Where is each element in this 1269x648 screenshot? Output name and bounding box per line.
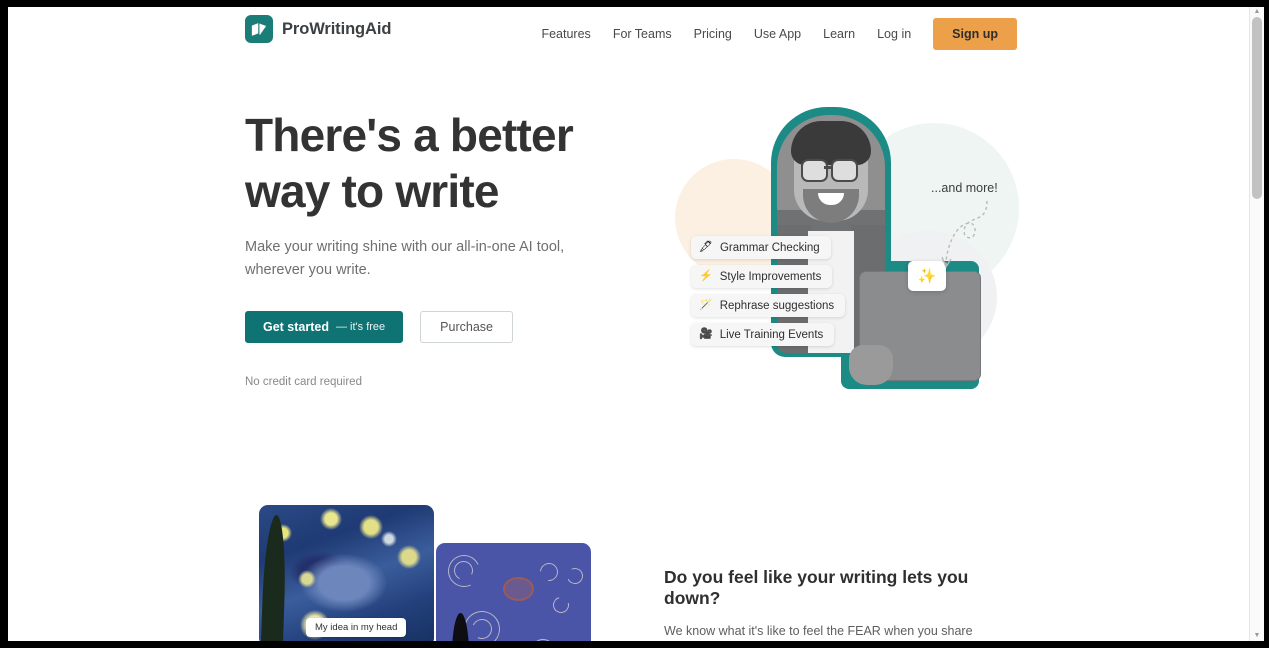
section-two-illustration: My idea in my head <box>254 505 599 641</box>
purchase-button[interactable]: Purchase <box>420 311 513 343</box>
hero-title: There's a better way to write <box>245 109 574 217</box>
main-navigation: Features For Teams Pricing Use App Learn… <box>530 18 1017 50</box>
nav-item-features[interactable]: Features <box>530 21 601 47</box>
scrollbar-thumb[interactable] <box>1252 17 1262 199</box>
section-two-copy: Do you feel like your writing lets you d… <box>664 567 1016 641</box>
hero-illustration: ✨ ...and more! 🖋 Grammar Checking ⚡ Styl… <box>663 93 1023 403</box>
scroll-down-arrow-icon[interactable]: ▼ <box>1253 632 1261 640</box>
glasses-left-lens <box>801 159 828 182</box>
feather-pen-icon: 🖋 <box>699 241 713 253</box>
feature-chip-list: 🖋 Grammar Checking ⚡ Style Improvements … <box>691 236 846 346</box>
dashed-curved-arrow-icon <box>941 200 988 269</box>
doodle-cypress-tree <box>452 613 469 641</box>
glasses-bridge <box>824 166 833 169</box>
glasses-right-lens <box>831 159 858 182</box>
nav-item-learn[interactable]: Learn <box>812 21 866 47</box>
feature-chip-rephrase-suggestions[interactable]: 🪄 Rephrase suggestions <box>691 294 846 317</box>
hero-actions: Get started — it's free Purchase <box>245 311 615 343</box>
scroll-up-arrow-icon[interactable]: ▲ <box>1253 8 1261 16</box>
brand-logo-link[interactable]: ProWritingAid <box>245 15 391 43</box>
movie-camera-icon: 🎥 <box>699 328 713 340</box>
nav-item-for-teams[interactable]: For Teams <box>602 21 683 47</box>
doodle-spiral <box>550 594 572 616</box>
site-header: ProWritingAid Features For Teams Pricing… <box>8 7 1249 65</box>
doodle-spiral <box>526 634 560 641</box>
nav-item-pricing[interactable]: Pricing <box>683 21 743 47</box>
lightning-bolt-icon: ⚡ <box>699 270 713 282</box>
vertical-scrollbar[interactable]: ▲ ▼ <box>1249 7 1264 641</box>
doodle-sun <box>503 577 534 601</box>
feature-chip-style-improvements[interactable]: ⚡ Style Improvements <box>691 265 833 288</box>
section-two-title: Do you feel like your writing lets you d… <box>664 567 969 608</box>
feature-chip-label: Live Training Events <box>719 328 824 341</box>
browser-viewport: ProWritingAid Features For Teams Pricing… <box>8 7 1264 641</box>
brand-name: ProWritingAid <box>282 19 392 38</box>
page-content: ProWritingAid Features For Teams Pricing… <box>8 7 1249 641</box>
hero-copy: There's a better way to write Make your … <box>245 107 615 388</box>
image-caption: My idea in my head <box>306 618 407 637</box>
nav-item-log-in[interactable]: Log in <box>866 21 922 47</box>
starry-night-image: My idea in my head <box>259 505 434 641</box>
doodle-spiral <box>536 559 562 585</box>
hero-subtitle: Make your writing shine with our all-in-… <box>245 239 565 278</box>
person-hand <box>849 345 893 385</box>
doodle-painting-card <box>436 543 591 641</box>
person-hair <box>791 121 871 165</box>
feature-chip-label: Grammar Checking <box>719 241 820 254</box>
get-started-sublabel: — it's free <box>336 321 386 333</box>
open-book-icon <box>245 15 273 43</box>
and-more-label: ...and more! <box>931 181 998 195</box>
feature-chip-live-training-events[interactable]: 🎥 Live Training Events <box>691 323 835 346</box>
magic-wand-icon: 🪄 <box>699 299 713 311</box>
feature-chip-grammar-checking[interactable]: 🖋 Grammar Checking <box>691 236 831 259</box>
feature-chip-label: Rephrase suggestions <box>719 299 835 312</box>
no-credit-card-note: No credit card required <box>245 376 362 388</box>
get-started-button[interactable]: Get started — it's free <box>245 311 404 343</box>
feature-chip-label: Style Improvements <box>719 270 822 283</box>
section-two-body: We know what it's like to feel the FEAR … <box>664 624 973 638</box>
get-started-label: Get started <box>263 320 329 334</box>
cypress-tree <box>260 515 288 641</box>
nav-item-use-app[interactable]: Use App <box>743 21 812 47</box>
doodle-spiral <box>564 565 586 587</box>
sign-up-button[interactable]: Sign up <box>933 18 1017 50</box>
